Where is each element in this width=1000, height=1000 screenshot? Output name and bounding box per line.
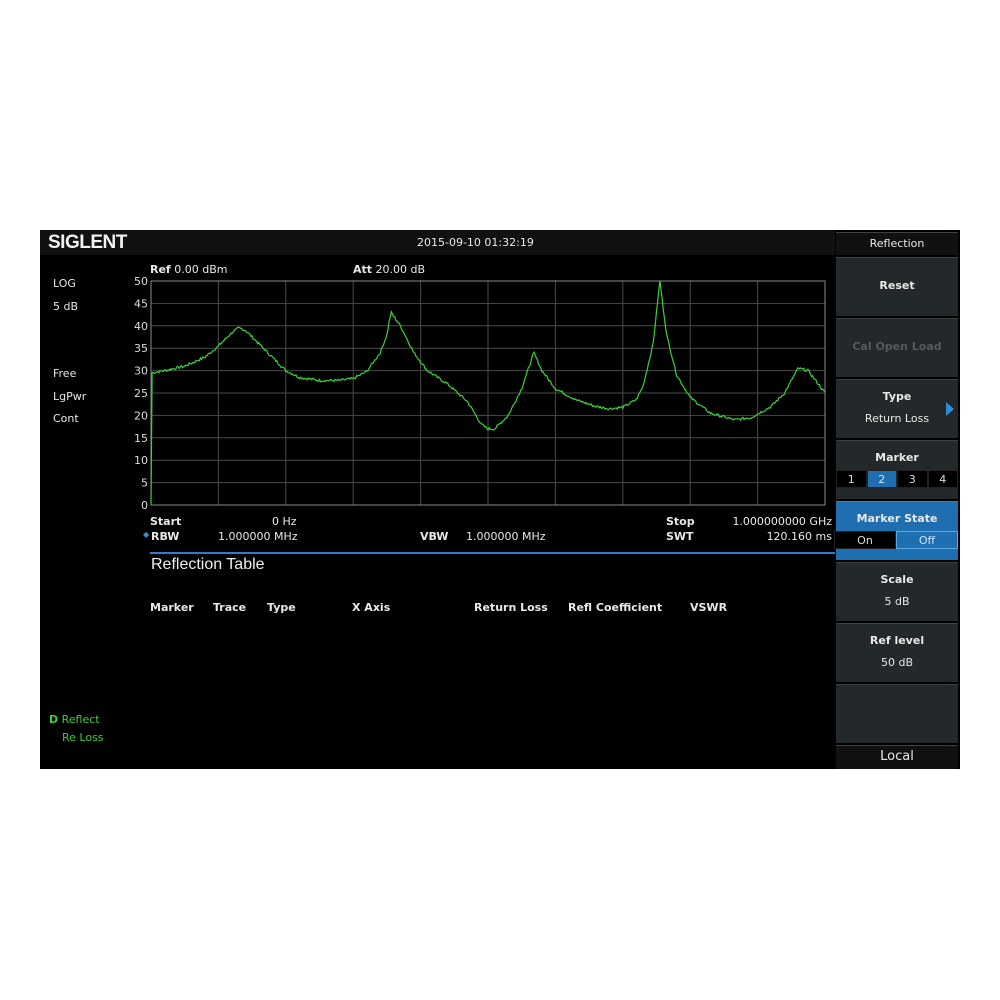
trace-indicator: D Reflect: [49, 713, 100, 726]
rbw-auto-icon: ◆: [143, 530, 150, 539]
table-divider: [150, 552, 835, 554]
table-title: Reflection Table: [151, 556, 265, 573]
marker-state-toggle[interactable]: On Off: [834, 531, 958, 549]
trace-plot[interactable]: 50454035302520151050: [130, 274, 835, 514]
cal-label: Cal Open Load: [852, 340, 942, 353]
col-trace: Trace: [213, 601, 247, 614]
empty-softkey: [836, 684, 958, 743]
reset-label: Reset: [879, 279, 915, 292]
start-label: Start: [150, 515, 182, 528]
marker-label: Marker: [875, 451, 919, 464]
state-off-option[interactable]: Off: [896, 531, 958, 549]
rbw-value[interactable]: 1.000000 MHz: [218, 530, 298, 543]
y-tick-label: 15: [134, 432, 148, 445]
swt-value[interactable]: 120.160 ms: [767, 530, 832, 543]
marker-option-4[interactable]: 4: [927, 470, 958, 488]
stop-value[interactable]: 1.000000000 GHz: [732, 515, 832, 528]
stop-label: Stop: [666, 515, 695, 528]
marker-selector[interactable]: 1 2 3 4: [836, 470, 958, 488]
y-tick-label: 10: [134, 454, 148, 467]
col-return-loss: Return Loss: [474, 601, 548, 614]
datetime: 2015-09-10 01:32:19: [417, 236, 534, 249]
start-value[interactable]: 0 Hz: [272, 515, 297, 528]
submenu-arrow-icon: [946, 402, 954, 416]
y-tick-label: 40: [134, 320, 148, 333]
scale-value: 5 dB: [884, 595, 910, 608]
detector: LgPwr: [53, 390, 87, 403]
ref-level-value: 50 dB: [880, 656, 914, 669]
local-status: Local: [836, 745, 958, 769]
col-x-axis: X Axis: [352, 601, 391, 614]
analyzer-screen: SIGLENT 2015-09-10 01:32:19 LOG 5 dB Fre…: [40, 230, 960, 769]
marker-state-label: Marker State: [856, 512, 938, 525]
vbw-value[interactable]: 1.000000 MHz: [466, 530, 546, 543]
y-tick-label: 20: [134, 409, 148, 422]
marker-option-3[interactable]: 3: [897, 470, 928, 488]
marker-state-button[interactable]: Marker State On Off: [834, 501, 958, 560]
y-tick-label: 45: [134, 297, 148, 310]
col-marker: Marker: [150, 601, 194, 614]
scale-button[interactable]: Scale 5 dB: [836, 562, 958, 621]
col-refl-coefficient: Refl Coefficient: [568, 601, 663, 614]
reset-button[interactable]: Reset: [836, 257, 958, 316]
y-tick-label: 0: [141, 499, 148, 512]
ref-level-label: Ref level: [869, 634, 925, 647]
sweep-mode: Cont: [53, 412, 79, 425]
marker-button[interactable]: Marker 1 2 3 4: [836, 440, 958, 499]
marker-option-2[interactable]: 2: [866, 470, 897, 488]
col-vswr: VSWR: [690, 601, 728, 614]
scale-div: 5 dB: [53, 300, 79, 313]
y-tick-label: 30: [134, 365, 148, 378]
trace-mode: D: [49, 713, 59, 726]
trace-type: Re Loss: [62, 731, 104, 744]
type-button[interactable]: Type Return Loss: [836, 379, 958, 438]
ref-level-button[interactable]: Ref level 50 dB: [836, 623, 958, 682]
cal-open-load-button: Cal Open Load: [836, 318, 958, 377]
col-type: Type: [267, 601, 296, 614]
trigger-mode: Free: [53, 367, 77, 380]
trace-label: Reflect: [61, 713, 100, 726]
state-on-option[interactable]: On: [834, 531, 896, 549]
type-label: Type: [882, 390, 912, 403]
menu-title: Reflection: [836, 232, 958, 255]
y-tick-label: 5: [141, 477, 148, 490]
y-tick-label: 35: [134, 342, 148, 355]
scale-type: LOG: [53, 277, 76, 290]
rbw-label: RBW: [151, 530, 180, 543]
scale-label: Scale: [880, 573, 914, 586]
swt-label: SWT: [666, 530, 694, 543]
siglent-logo: SIGLENT: [48, 232, 127, 253]
y-tick-label: 25: [134, 387, 148, 400]
vbw-label: VBW: [420, 530, 449, 543]
y-tick-label: 50: [134, 275, 148, 288]
type-value: Return Loss: [864, 412, 930, 425]
marker-option-1[interactable]: 1: [836, 470, 867, 488]
